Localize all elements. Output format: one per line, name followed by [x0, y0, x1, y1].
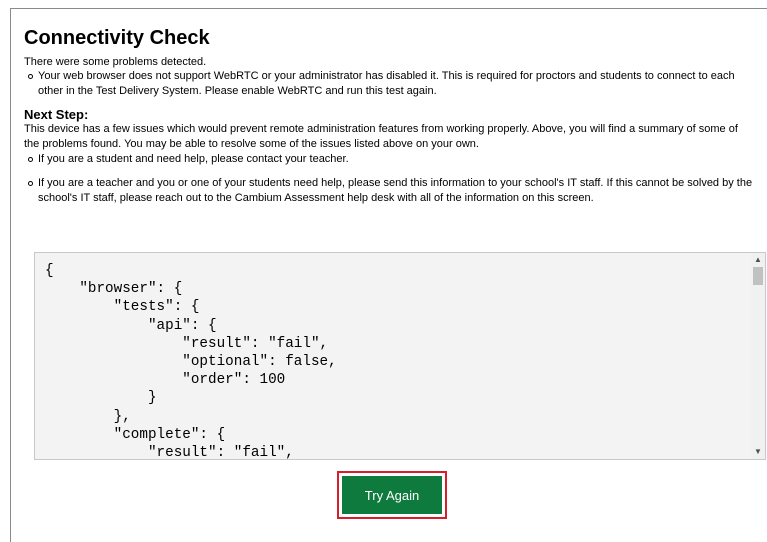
- help-item-text: If you are a student and need help, plea…: [38, 153, 349, 165]
- scroll-up-icon[interactable]: ▲: [751, 253, 765, 267]
- next-step-text: This device has a few issues which would…: [24, 123, 738, 150]
- scroll-thumb[interactable]: [753, 267, 763, 285]
- help-item: If you are a student and need help, plea…: [24, 152, 760, 167]
- circle-bullet-icon: [28, 74, 33, 79]
- problem-list: Your web browser does not support WebRTC…: [24, 69, 760, 99]
- problem-item-text: Your web browser does not support WebRTC…: [38, 70, 735, 97]
- help-item: If you are a teacher and you or one of y…: [24, 176, 760, 206]
- vertical-scrollbar[interactable]: ▲ ▼: [751, 253, 765, 459]
- help-item-text: If you are a teacher and you or one of y…: [38, 177, 753, 204]
- help-list: If you are a student and need help, plea…: [24, 152, 760, 206]
- diagnostic-report-box[interactable]: { "browser": { "tests": { "api": { "resu…: [34, 252, 766, 460]
- scroll-down-icon[interactable]: ▼: [751, 445, 765, 459]
- try-again-button[interactable]: Try Again: [342, 476, 442, 514]
- circle-bullet-icon: [28, 157, 33, 162]
- connectivity-check-panel: Connectivity Check There were some probl…: [24, 26, 760, 215]
- try-again-focus-ring: Try Again: [337, 471, 447, 519]
- page-title: Connectivity Check: [24, 27, 210, 49]
- circle-bullet-icon: [28, 181, 33, 186]
- diagnostic-report-json[interactable]: { "browser": { "tests": { "api": { "resu…: [45, 262, 337, 459]
- next-step-heading: Next Step:: [24, 107, 89, 122]
- intro-text: There were some problems detected.: [24, 56, 207, 68]
- problem-item: Your web browser does not support WebRTC…: [24, 69, 760, 99]
